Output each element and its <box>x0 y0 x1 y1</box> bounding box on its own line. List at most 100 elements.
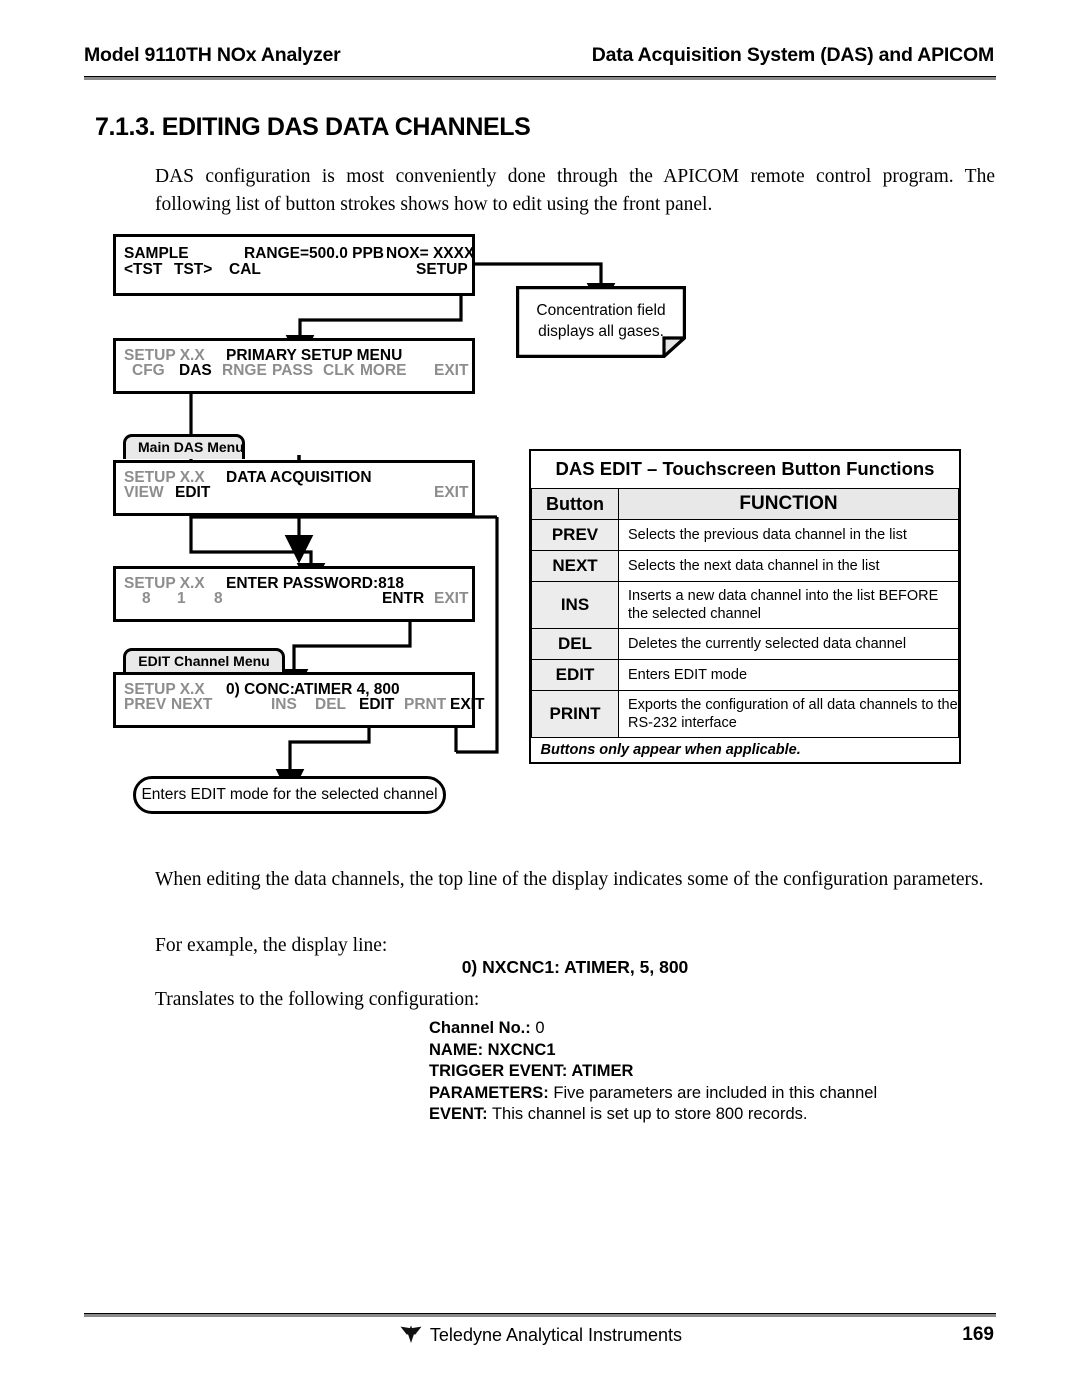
password-digit-3[interactable]: 8 <box>214 590 223 608</box>
password-title: ENTER PASSWORD:818 <box>226 575 404 592</box>
table-title: DAS EDIT – Touchscreen Button Functions <box>531 451 959 489</box>
sample-conc: NOX= XXXX <box>386 245 475 262</box>
table-footnote-row: Buttons only appear when applicable. <box>531 737 959 762</box>
lcd-enter-password: SETUP X.X ENTER PASSWORD:818 8 1 8 ENTR … <box>113 566 475 622</box>
sample-range: RANGE=500.0 PPB <box>244 245 384 262</box>
translates-paragraph: Translates to the following configuratio… <box>155 989 480 1010</box>
note-line-1: Concentration field <box>536 302 666 319</box>
lcd-data-acquisition: SETUP X.X DATA ACQUISITION VIEW EDIT EXI… <box>113 460 475 516</box>
password-setup-label: SETUP X.X <box>124 575 205 592</box>
capsule-enters-edit-mode: Enters EDIT mode for the selected channe… <box>133 776 446 814</box>
channel-number: 0) CONC: <box>226 681 295 698</box>
intro-paragraph: DAS configuration is most conveniently d… <box>155 166 995 215</box>
table-title-row: DAS EDIT – Touchscreen Button Functions <box>531 451 959 489</box>
header-divider <box>84 76 996 80</box>
button-das[interactable]: DAS <box>179 362 212 380</box>
table-row: PRINT Exports the configuration of all d… <box>531 690 959 738</box>
table-row: DEL Deletes the currently selected data … <box>531 628 959 660</box>
row-function-print: Exports the configuration of all data ch… <box>618 690 959 738</box>
sample-status: SAMPLE <box>124 245 189 262</box>
config-label-trigger-event: TRIGGER EVENT: ATIMER <box>429 1062 634 1080</box>
config-item-name: NAME: NXCNC1 <box>429 1040 877 1062</box>
config-value-channel-no: 0 <box>530 1019 545 1037</box>
config-item-parameters: PARAMETERS: Five parameters are included… <box>429 1083 877 1105</box>
button-prev[interactable]: PREV <box>124 696 166 714</box>
button-prev-test[interactable]: <TST <box>124 261 162 279</box>
lcd-edit-channel: SETUP X.X 0) CONC: ATIMER 4, 800 PREV NE… <box>113 672 484 728</box>
button-rnge[interactable]: RNGE <box>222 362 267 380</box>
config-label-name: NAME: NXCNC1 <box>429 1040 556 1059</box>
password-digit-1[interactable]: 8 <box>142 590 151 608</box>
row-button-edit: EDIT <box>531 659 619 691</box>
display-line-example: 0) NXCNC1: ATIMER, 5, 800 <box>461 957 689 977</box>
row-function-edit: Enters EDIT mode <box>618 659 959 691</box>
button-cfg[interactable]: CFG <box>132 362 165 380</box>
das-setup-label: SETUP X.X <box>124 469 205 486</box>
button-view[interactable]: VIEW <box>124 484 164 502</box>
button-exit-channel[interactable]: EXIT <box>450 696 484 714</box>
button-cal[interactable]: CAL <box>229 261 261 279</box>
row-button-print: PRINT <box>531 690 619 738</box>
button-setup[interactable]: SETUP <box>416 261 468 279</box>
for-example-paragraph: For example, the display line: <box>155 935 388 956</box>
config-label-channel-no: Channel No.: <box>429 1019 531 1037</box>
table-row: EDIT Enters EDIT mode <box>531 659 959 691</box>
row-function-next: Selects the next data channel in the lis… <box>618 550 959 582</box>
footer-company: Teledyne Analytical Instruments <box>429 1325 683 1345</box>
button-next-test[interactable]: TST> <box>174 261 212 279</box>
button-edit-channel[interactable]: EDIT <box>359 696 394 714</box>
row-button-prev: PREV <box>531 519 619 551</box>
configuration-list: Channel No.: 0 NAME: NXCNC1 TRIGGER EVEN… <box>429 1018 877 1126</box>
das-edit-function-table: DAS EDIT – Touchscreen Button Functions … <box>529 449 961 764</box>
column-header-function: FUNCTION <box>618 488 959 520</box>
footer-divider <box>84 1313 996 1317</box>
when-editing-paragraph: When editing the data channels, the top … <box>155 869 984 890</box>
button-entr[interactable]: ENTR <box>382 590 424 608</box>
tab-main-das-menu: Main DAS Menu <box>123 434 245 459</box>
button-pass[interactable]: PASS <box>272 362 313 380</box>
table-footnote: Buttons only appear when applicable. <box>531 737 959 762</box>
config-item-channel-no: Channel No.: 0 <box>429 1018 877 1040</box>
channel-config: ATIMER 4, 800 <box>294 681 400 698</box>
row-function-prev: Selects the previous data channel in the… <box>618 519 959 551</box>
button-prnt[interactable]: PRNT <box>404 696 446 714</box>
config-label-parameters: PARAMETERS: <box>429 1083 549 1102</box>
channel-setup-label: SETUP X.X <box>124 681 205 698</box>
lcd-sample-screen: SAMPLE RANGE=500.0 PPB NOX= XXXX <TST TS… <box>113 234 475 296</box>
password-digit-2[interactable]: 1 <box>177 590 186 608</box>
primary-setup-title: PRIMARY SETUP MENU <box>226 347 403 364</box>
table-row: PREV Selects the previous data channel i… <box>531 519 959 551</box>
document-page: Model 9110TH NOx Analyzer Data Acquisiti… <box>0 0 1080 1397</box>
primary-setup-label: SETUP X.X <box>124 347 205 364</box>
table-row: INS Inserts a new data channel into the … <box>531 581 959 629</box>
config-item-trigger-event: TRIGGER EVENT: ATIMER <box>429 1061 877 1083</box>
button-clk[interactable]: CLK <box>323 362 355 380</box>
button-ins[interactable]: INS <box>271 696 297 714</box>
row-function-ins: Inserts a new data channel into the list… <box>618 581 959 629</box>
button-exit-password[interactable]: EXIT <box>434 590 468 608</box>
footer-page-number: 169 <box>962 1324 994 1345</box>
header-left-title: Model 9110TH NOx Analyzer <box>84 44 341 66</box>
config-label-event: EVENT: <box>429 1105 488 1123</box>
button-next[interactable]: NEXT <box>171 696 212 714</box>
button-exit-das[interactable]: EXIT <box>434 484 468 502</box>
column-header-button: Button <box>531 488 619 520</box>
button-edit-das[interactable]: EDIT <box>175 484 210 502</box>
table-header-row: Button FUNCTION <box>531 488 959 520</box>
table-row: NEXT Selects the next data channel in th… <box>531 550 959 582</box>
page-header: Model 9110TH NOx Analyzer Data Acquisiti… <box>84 44 996 67</box>
das-menu-title: DATA ACQUISITION <box>226 469 372 486</box>
row-function-del: Deletes the currently selected data chan… <box>618 628 959 660</box>
button-exit-primary[interactable]: EXIT <box>434 362 468 380</box>
config-item-event: EVENT: This channel is set up to store 8… <box>429 1104 877 1126</box>
teledyne-logo-icon <box>398 1324 424 1349</box>
button-more[interactable]: MORE <box>360 362 407 380</box>
lcd-primary-setup-menu: SETUP X.X PRIMARY SETUP MENU CFG DAS RNG… <box>113 338 475 394</box>
button-del[interactable]: DEL <box>315 696 346 714</box>
section-title: 7.1.3. EDITING DAS DATA CHANNELS <box>95 113 531 141</box>
row-button-del: DEL <box>531 628 619 660</box>
row-button-ins: INS <box>531 581 619 629</box>
row-button-next: NEXT <box>531 550 619 582</box>
config-value-event: This channel is set up to store 800 reco… <box>487 1105 808 1123</box>
header-right-title: Data Acquisition System (DAS) and APICOM <box>591 44 994 66</box>
